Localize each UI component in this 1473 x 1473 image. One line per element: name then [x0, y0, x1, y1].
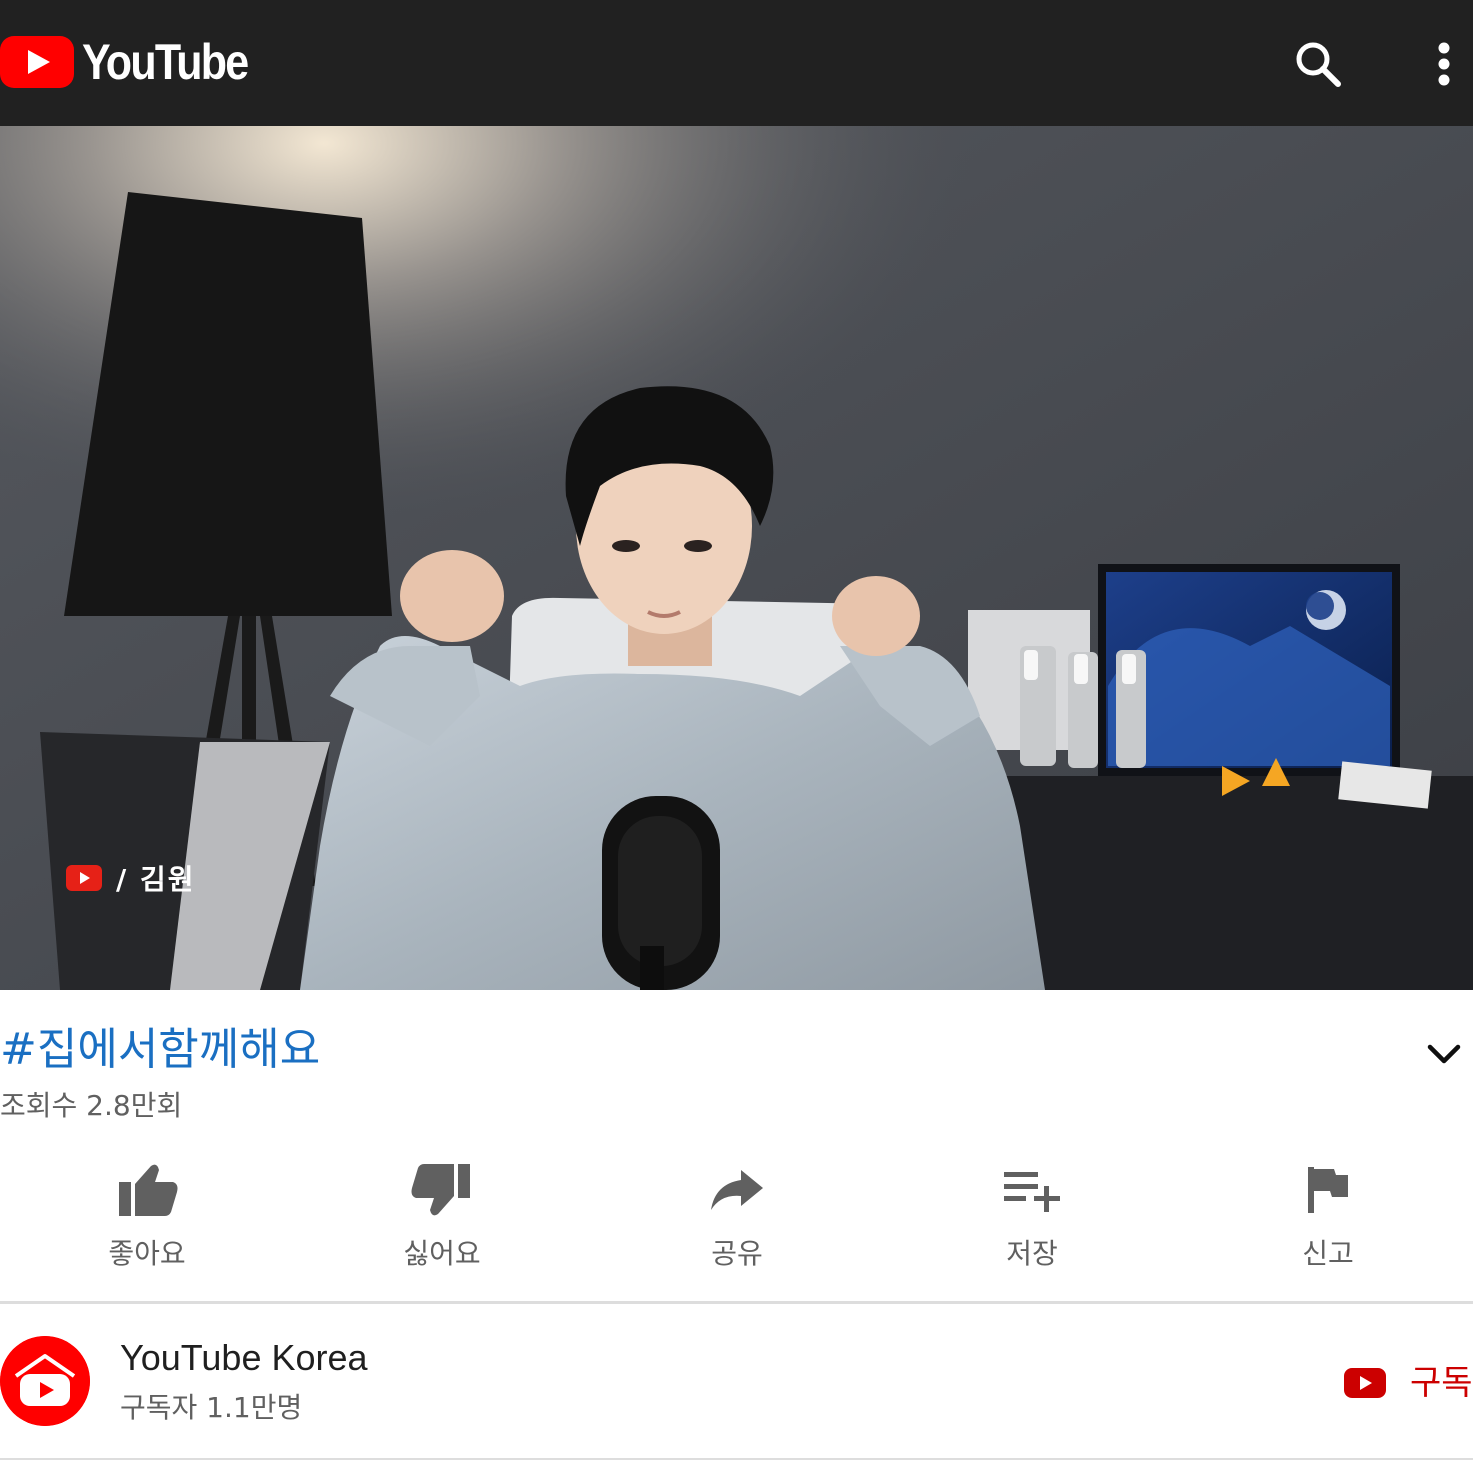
top-app-bar: YouTube [0, 0, 1473, 126]
search-icon [1296, 42, 1341, 87]
video-frame [0, 126, 1473, 990]
thumb-down-icon [411, 1164, 470, 1216]
subscribe-button[interactable]: 구독 [1344, 1358, 1473, 1408]
youtube-logo-icon [0, 36, 74, 88]
like-label: 좋아요 [108, 1237, 186, 1270]
youtube-play-icon [66, 865, 102, 891]
search-button[interactable] [1290, 36, 1346, 92]
report-button[interactable]: 신고 [1238, 1150, 1418, 1286]
action-icon-wrap [709, 1150, 765, 1230]
share-button[interactable]: 공유 [647, 1150, 827, 1286]
video-watermark: / 김원 [66, 858, 196, 898]
share-label: 공유 [711, 1237, 763, 1270]
youtube-mobile-watch-page: YouTube / 김원 #집에서함께해요 조회수 2.8만회 좋아요 싫어요 … [0, 0, 1473, 1473]
channel-name[interactable]: YouTube Korea [120, 1336, 368, 1380]
thumb-up-icon [119, 1164, 178, 1216]
action-icon-wrap [410, 1150, 474, 1230]
playlist-add-icon [1004, 1172, 1060, 1212]
action-icon-wrap [115, 1150, 179, 1230]
action-icon-wrap [1002, 1150, 1062, 1230]
divider [0, 1458, 1473, 1460]
subscribe-label: 구독 [1410, 1363, 1473, 1403]
more-vert-icon [1438, 42, 1450, 86]
divider [0, 1301, 1473, 1304]
like-button[interactable]: 좋아요 [57, 1150, 237, 1286]
share-icon [711, 1170, 763, 1210]
save-button[interactable]: 저장 [942, 1150, 1122, 1286]
expand-description-button[interactable] [1416, 1030, 1472, 1078]
dislike-button[interactable]: 싫어요 [352, 1150, 532, 1286]
logo-text: YouTube [82, 34, 249, 90]
subscribe-youtube-icon [1344, 1368, 1386, 1398]
action-icon-wrap [1306, 1150, 1350, 1230]
flag-icon [1308, 1167, 1348, 1213]
channel-avatar-icon [0, 1336, 90, 1426]
dislike-label: 싫어요 [403, 1237, 481, 1270]
channel-avatar[interactable] [0, 1336, 90, 1426]
action-bar: 좋아요 싫어요 공유 저장 신고 [0, 1150, 1473, 1286]
view-count: 조회수 2.8만회 [0, 1089, 183, 1122]
video-title[interactable]: #집에서함께해요 [0, 1020, 320, 1080]
more-options-button[interactable] [1420, 36, 1468, 92]
video-player[interactable]: / 김원 [0, 126, 1473, 990]
report-label: 신고 [1302, 1237, 1354, 1270]
chevron-down-icon [1427, 1044, 1461, 1064]
watermark-text: / 김원 [116, 863, 196, 896]
save-label: 저장 [1006, 1237, 1058, 1270]
youtube-logo[interactable]: YouTube [0, 36, 274, 88]
subscriber-count: 구독자 1.1만명 [120, 1391, 303, 1424]
